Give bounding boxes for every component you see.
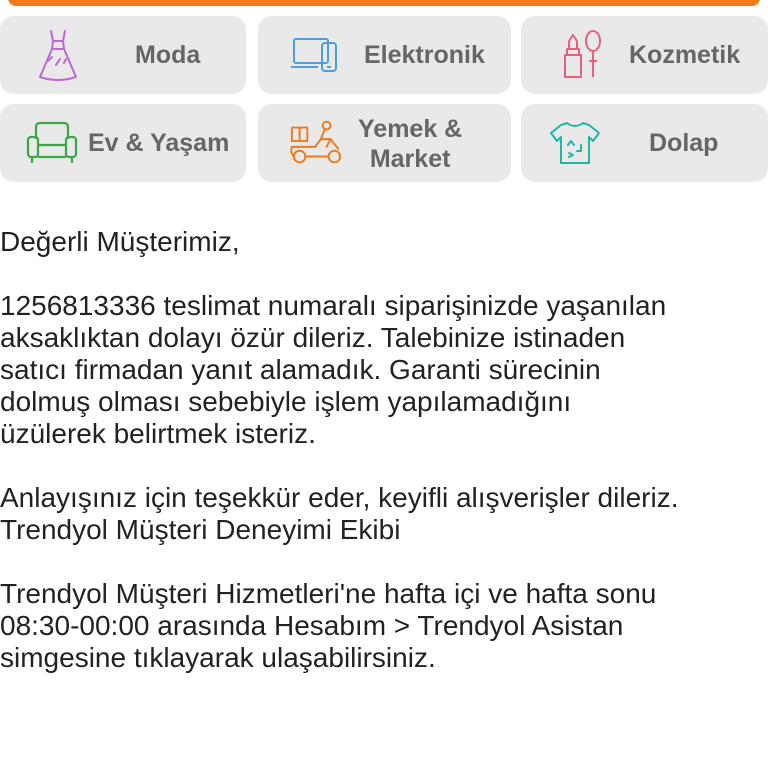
top-orange-bar	[0, 0, 768, 6]
category-moda[interactable]: Moda	[0, 16, 246, 94]
category-label: Ev & Yaşam	[88, 129, 230, 157]
category-kozmetik[interactable]: Kozmetik	[521, 16, 768, 94]
apology-paragraph: 1256813336 teslimat numaralı siparişiniz…	[0, 290, 667, 449]
category-dolap[interactable]: Dolap	[521, 104, 768, 182]
category-label: Dolap	[649, 129, 719, 157]
dress-icon	[30, 27, 86, 83]
armchair-icon	[24, 115, 80, 171]
category-label: Kozmetik	[629, 41, 741, 69]
category-ev-yasam[interactable]: Ev & Yaşam	[0, 104, 246, 182]
top-bar-fill	[8, 0, 760, 6]
category-label: Elektronik	[364, 41, 485, 69]
recycle-shirt-icon	[547, 115, 603, 171]
category-yemek-market[interactable]: Yemek & Market	[258, 104, 511, 182]
category-label: Yemek & Market	[358, 115, 463, 173]
category-label: Moda	[135, 41, 201, 69]
thanks-paragraph: Anlayışınız için teşekkür eder, keyifli …	[0, 482, 679, 545]
category-elektronik[interactable]: Elektronik	[258, 16, 511, 94]
contact-paragraph: Trendyol Müşteri Hizmetleri'ne hafta içi…	[0, 578, 657, 673]
message-body: Değerli Müşterimiz, 1256813336 teslimat …	[0, 226, 768, 706]
devices-icon	[288, 27, 344, 83]
lipstick-icon	[557, 27, 613, 83]
delivery-scooter-icon	[288, 115, 344, 171]
greeting-text: Değerli Müşterimiz,	[0, 226, 240, 257]
